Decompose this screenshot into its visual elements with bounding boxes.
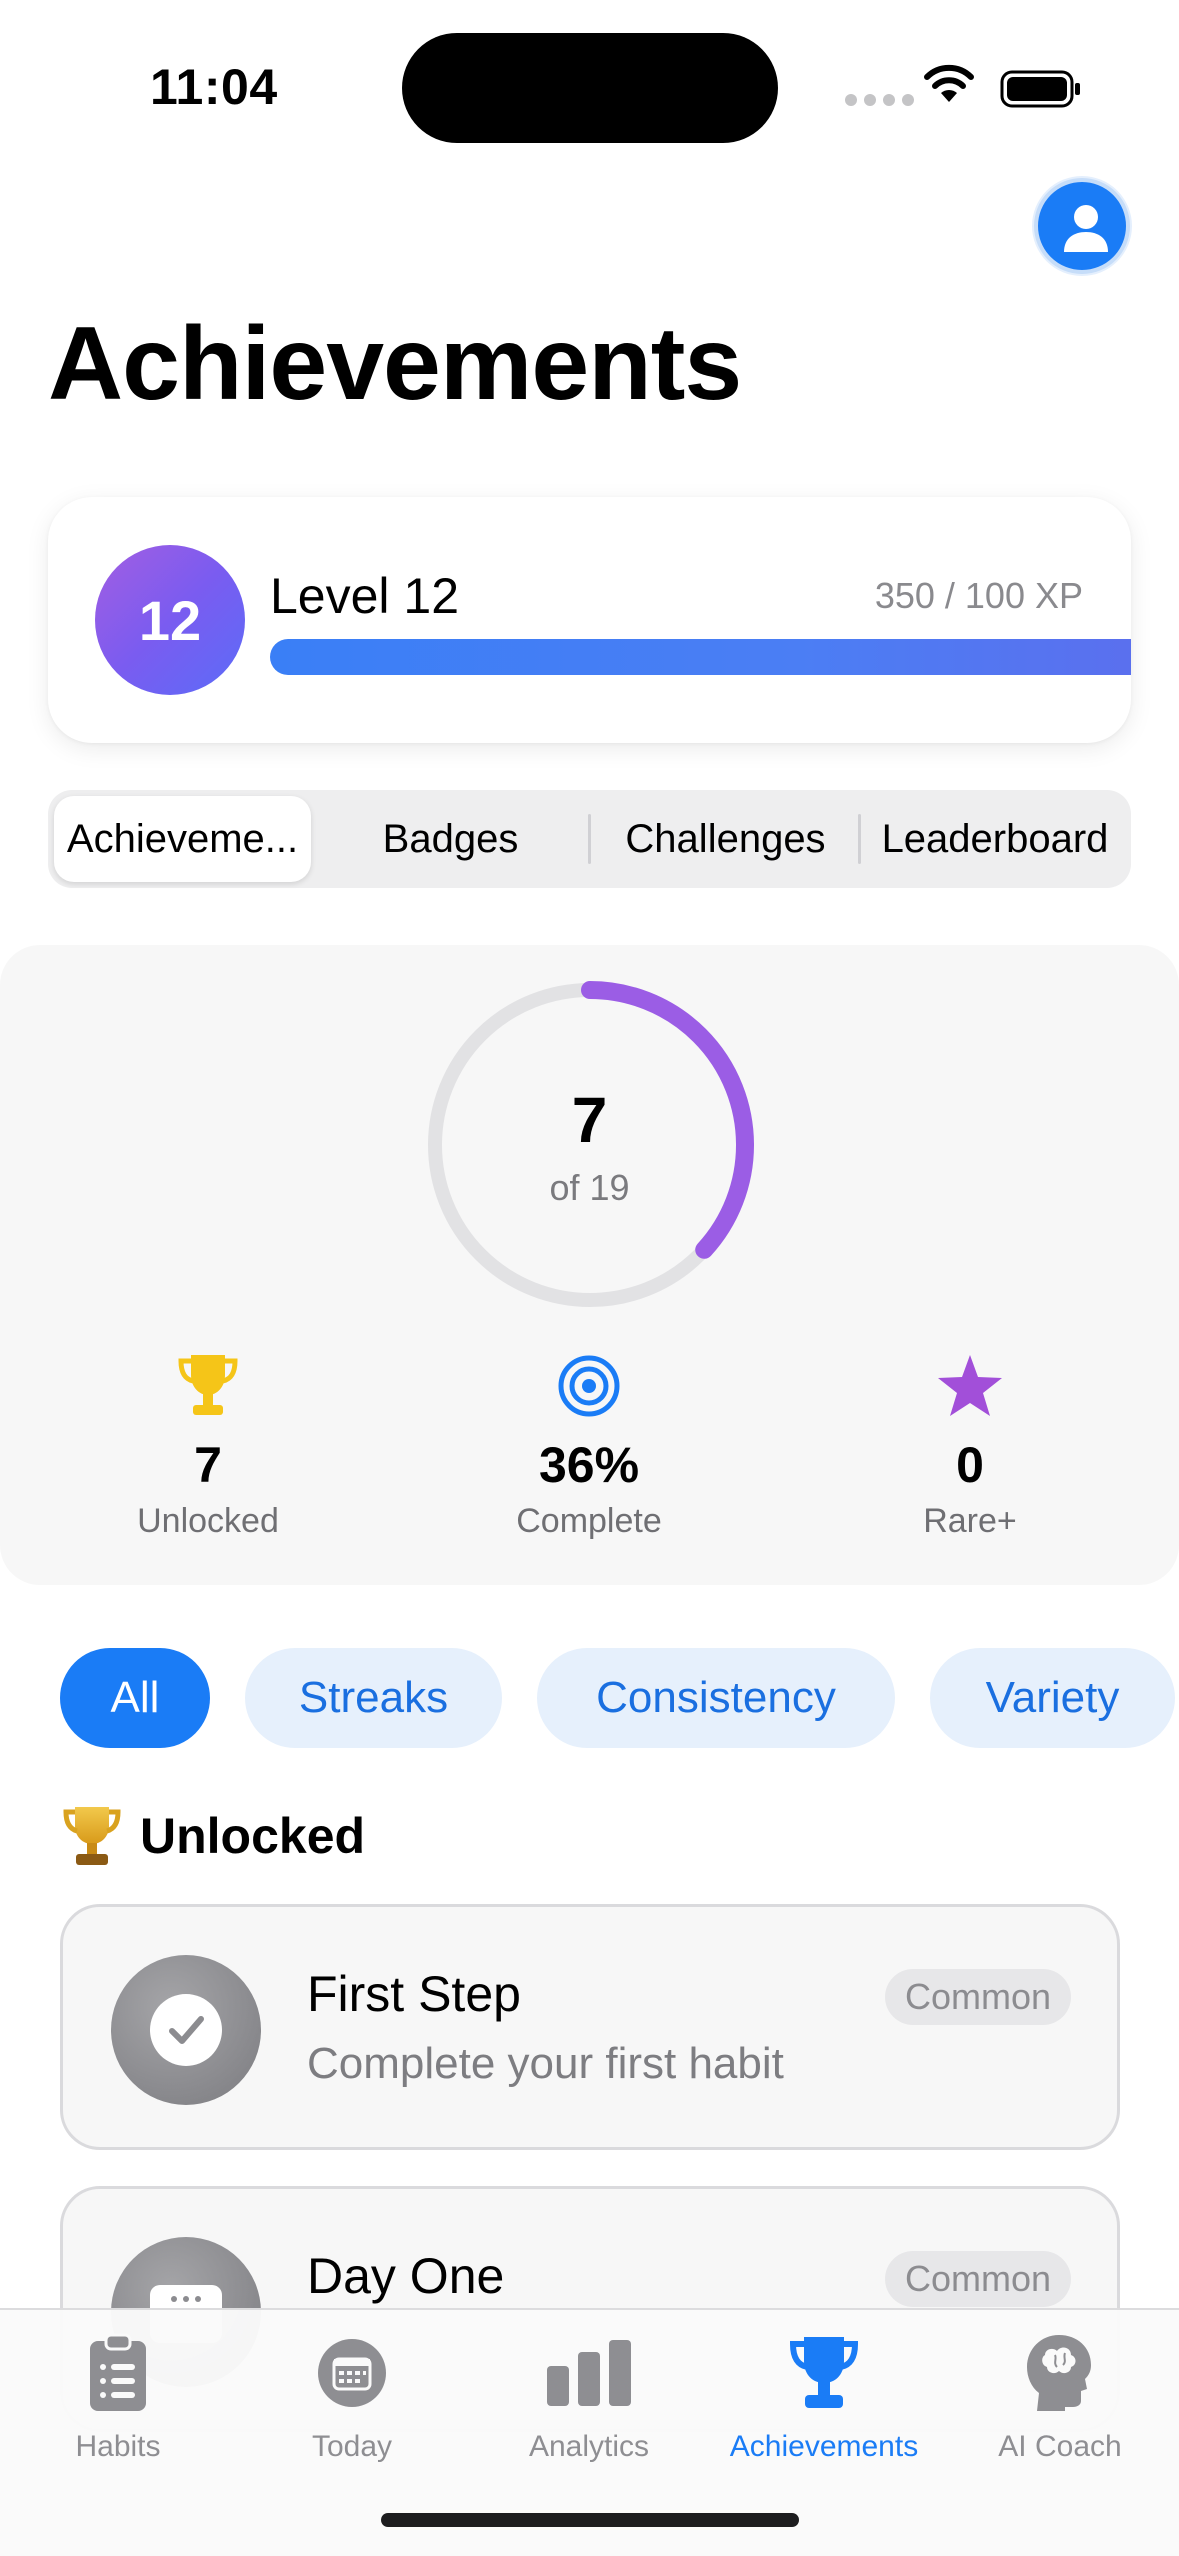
brain-head-icon bbox=[1027, 2335, 1091, 2411]
stat-value: 36% bbox=[538, 1437, 640, 1493]
dynamic-island bbox=[402, 33, 778, 143]
section-title: Unlocked bbox=[140, 1808, 366, 1864]
trophy-icon bbox=[178, 1355, 238, 1415]
achievement-card[interactable]: First Step Complete your first habit Com… bbox=[60, 1904, 1120, 2150]
person-icon bbox=[1064, 205, 1108, 252]
tab-achievements-nav[interactable]: Achievements bbox=[706, 2328, 942, 2464]
level-badge: 12 bbox=[95, 545, 245, 695]
tab-label: Today bbox=[311, 2430, 393, 2463]
level-card: 12 Level 12 350 / 100 XP bbox=[48, 497, 1131, 743]
cellular-signal-icon bbox=[845, 94, 914, 106]
battery-icon bbox=[1000, 70, 1080, 108]
achievement-badge bbox=[111, 1955, 261, 2105]
segment-divider bbox=[588, 814, 591, 864]
status-time: 11:04 bbox=[150, 59, 278, 115]
tab-analytics[interactable]: Analytics bbox=[471, 2328, 707, 2464]
tab-label: Achievements bbox=[729, 2430, 919, 2463]
rarity-badge: Common bbox=[884, 1969, 1071, 2025]
stat-value: 7 bbox=[194, 1437, 222, 1493]
target-icon bbox=[558, 1355, 620, 1417]
profile-button[interactable] bbox=[1034, 178, 1130, 274]
achievement-description: Complete your first habit bbox=[307, 2039, 784, 2088]
stat-label: Rare+ bbox=[923, 1502, 1017, 1540]
stat-unlocked: 7 Unlocked bbox=[78, 1350, 338, 1541]
checkmark-icon bbox=[150, 1994, 222, 2066]
stat-label: Unlocked bbox=[137, 1502, 279, 1540]
achievement-title: Day One bbox=[307, 2248, 505, 2304]
stat-complete: 36% Complete bbox=[459, 1350, 719, 1541]
tab-habits[interactable]: Habits bbox=[0, 2328, 236, 2464]
rarity-badge: Common bbox=[884, 2251, 1071, 2307]
xp-progress-bar bbox=[270, 639, 1131, 675]
bar-chart-icon bbox=[547, 2340, 631, 2406]
tab-ai-coach[interactable]: AI Coach bbox=[942, 2328, 1178, 2464]
unlocked-count: 7 bbox=[571, 1084, 608, 1156]
total-count: of 19 bbox=[549, 1167, 630, 1208]
segment-divider bbox=[858, 814, 861, 864]
tab-today[interactable]: Today bbox=[234, 2328, 470, 2464]
tab-label: Analytics bbox=[528, 2430, 650, 2463]
filter-chip-all[interactable]: All bbox=[60, 1648, 210, 1748]
trophy-icon bbox=[789, 2337, 859, 2408]
filter-chip-consistency[interactable]: Consistency bbox=[537, 1648, 895, 1748]
achievement-summary-panel: 7 of 19 7 Unlocked 36% Complete 0 Rare+ bbox=[0, 945, 1179, 1585]
tab-badges[interactable]: Badges bbox=[323, 796, 578, 882]
wifi-icon bbox=[924, 64, 974, 102]
tab-label: AI Coach bbox=[998, 2430, 1122, 2463]
status-bar: 11:04 bbox=[0, 0, 1179, 170]
stat-label: Complete bbox=[516, 1502, 662, 1540]
tab-leaderboard[interactable]: Leaderboard bbox=[863, 796, 1127, 882]
stat-value: 0 bbox=[956, 1437, 984, 1493]
trophy-icon bbox=[63, 1807, 121, 1865]
star-icon bbox=[938, 1355, 1002, 1416]
tab-label: Habits bbox=[75, 2430, 161, 2463]
stat-rare: 0 Rare+ bbox=[840, 1350, 1100, 1541]
calendar-icon bbox=[318, 2339, 386, 2407]
filter-chip-variety[interactable]: Variety bbox=[930, 1648, 1175, 1748]
achievement-title: First Step bbox=[307, 1966, 521, 2022]
tab-challenges[interactable]: Challenges bbox=[593, 796, 858, 882]
clipboard-list-icon bbox=[90, 2333, 146, 2411]
home-indicator bbox=[381, 2513, 799, 2527]
section-header-unlocked: Unlocked bbox=[62, 1804, 365, 1868]
page-title: Achievements bbox=[48, 306, 742, 422]
segmented-control: Achieveme... Badges Challenges Leaderboa… bbox=[48, 790, 1131, 888]
tab-achievements[interactable]: Achieveme... bbox=[54, 796, 311, 882]
level-label: Level 12 bbox=[270, 568, 460, 624]
xp-text: 350 / 100 XP bbox=[874, 575, 1083, 616]
filter-chip-streaks[interactable]: Streaks bbox=[245, 1648, 502, 1748]
